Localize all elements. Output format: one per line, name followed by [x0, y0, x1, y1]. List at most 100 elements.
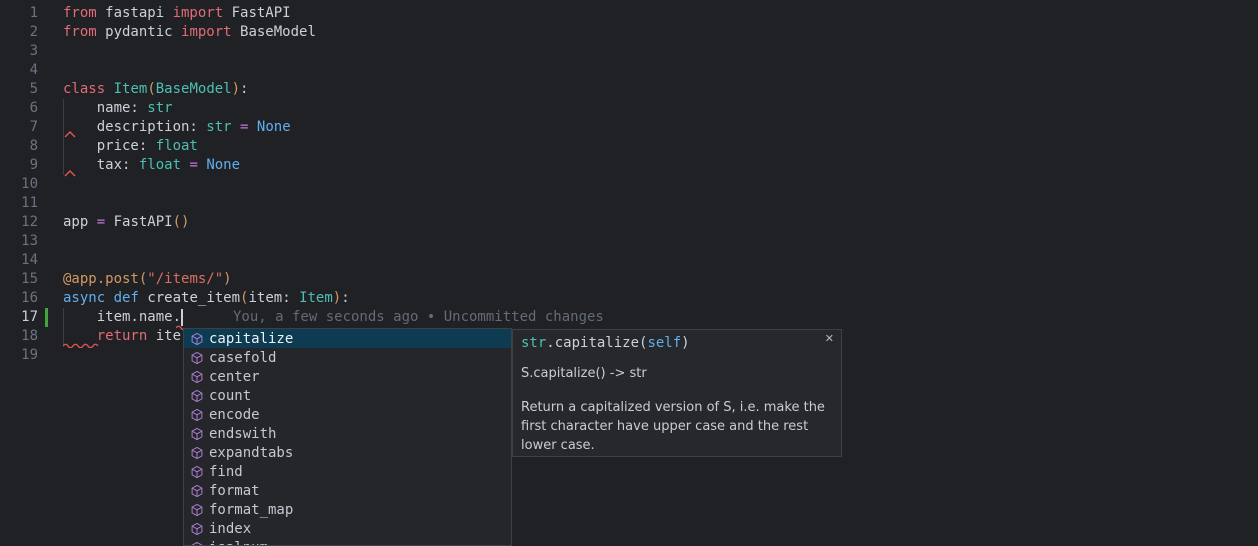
- code-token: (): [173, 214, 190, 230]
- code-token: @app.post: [63, 271, 139, 287]
- code-token: item:: [248, 290, 299, 306]
- line-number: 7: [0, 118, 38, 137]
- suggestion-item[interactable]: encode: [184, 405, 511, 424]
- close-icon[interactable]: ✕: [825, 332, 834, 345]
- error-squiggle: [63, 342, 99, 348]
- code-token: BaseModel: [156, 81, 232, 97]
- code-line: tax: float = None: [63, 156, 350, 175]
- suggestion-label: expandtabs: [209, 445, 293, 461]
- suggestion-label: isalnum: [209, 540, 268, 546]
- code-line: [63, 232, 350, 251]
- line-number: 16: [0, 289, 38, 308]
- suggestion-item[interactable]: endswith: [184, 424, 511, 443]
- suggestion-label: encode: [209, 407, 260, 423]
- code-token: class: [63, 81, 105, 97]
- code-line: async def create_item(item: Item):: [63, 289, 350, 308]
- code-token: =: [97, 214, 105, 230]
- line-number: 4: [0, 61, 38, 80]
- code-token: [232, 119, 240, 135]
- suggestion-item[interactable]: center: [184, 367, 511, 386]
- line-number: 5: [0, 80, 38, 99]
- code-token: def: [114, 290, 139, 306]
- code-line: name: str: [63, 99, 350, 118]
- code-token: None: [257, 119, 291, 135]
- code-token: float: [139, 157, 181, 173]
- suggestion-item[interactable]: expandtabs: [184, 443, 511, 462]
- code-token: fastapi: [97, 5, 173, 21]
- line-number: 9: [0, 156, 38, 175]
- line-number: 3: [0, 42, 38, 61]
- line-number: 19: [0, 346, 38, 365]
- suggest-widget: capitalizecasefold centercount encode endsw…: [183, 328, 512, 546]
- line-number: 11: [0, 194, 38, 213]
- line-number: 17: [0, 308, 38, 327]
- line-number: 12: [0, 213, 38, 232]
- code-token: import: [181, 24, 232, 40]
- doc-summary: S.capitalize() -> str: [521, 366, 837, 381]
- code-line: class Item(BaseModel):: [63, 80, 350, 99]
- code-token: FastAPI: [223, 5, 290, 21]
- method-cube-icon: [190, 522, 204, 536]
- code-token: return: [97, 328, 148, 344]
- code-token: [105, 290, 113, 306]
- suggestion-item[interactable]: isalnum: [184, 538, 511, 546]
- suggest-docs-panel: str.capitalize(self) ✕ S.capitalize() ->…: [512, 329, 842, 457]
- code-token: str: [206, 119, 231, 135]
- code-line: description: str = None: [63, 118, 350, 137]
- code-token: ): [681, 335, 689, 351]
- line-number: 14: [0, 251, 38, 270]
- code-token: async: [63, 290, 105, 306]
- method-cube-icon: [190, 484, 204, 498]
- suggestion-item[interactable]: casefold: [184, 348, 511, 367]
- line-number: 10: [0, 175, 38, 194]
- suggestion-item[interactable]: find: [184, 462, 511, 481]
- code-token: pydantic: [97, 24, 181, 40]
- code-token: FastAPI: [105, 214, 172, 230]
- code-token: ): [333, 290, 341, 306]
- code-token: create_item: [139, 290, 240, 306]
- suggestion-item[interactable]: count: [184, 386, 511, 405]
- line-number: 2: [0, 23, 38, 42]
- code-token: import: [173, 5, 224, 21]
- suggestion-label: endswith: [209, 426, 276, 442]
- code-line: [63, 251, 350, 270]
- code-line: [63, 61, 350, 80]
- code-token: from: [63, 5, 97, 21]
- code-token: description:: [63, 119, 206, 135]
- suggestion-item[interactable]: format_map: [184, 500, 511, 519]
- code-token: :: [341, 290, 349, 306]
- code-token: ): [223, 271, 231, 287]
- code-token: "/items/": [147, 271, 223, 287]
- line-number: 1: [0, 4, 38, 23]
- code-line: [63, 175, 350, 194]
- code-token: Item: [299, 290, 333, 306]
- code-line: [63, 194, 350, 213]
- code-token: str: [147, 100, 172, 116]
- code-token: from: [63, 24, 97, 40]
- method-cube-icon: [190, 408, 204, 422]
- suggestion-item[interactable]: index: [184, 519, 511, 538]
- suggestion-label: center: [209, 369, 260, 385]
- suggestion-item[interactable]: capitalize: [184, 329, 511, 348]
- gutter: 12345678910111213141516171819: [0, 4, 38, 365]
- code-line: [63, 42, 350, 61]
- code-token: :: [240, 81, 248, 97]
- code-token: =: [189, 157, 197, 173]
- code-line: from fastapi import FastAPI: [63, 4, 350, 23]
- line-number: 8: [0, 137, 38, 156]
- suggestion-label: format: [209, 483, 260, 499]
- suggestion-item[interactable]: format: [184, 481, 511, 500]
- code-token: (: [147, 81, 155, 97]
- suggestion-label: capitalize: [209, 331, 293, 347]
- code-token: str: [521, 335, 546, 351]
- code-token: self: [647, 335, 681, 351]
- method-cube-icon: [190, 446, 204, 460]
- method-cube-icon: [190, 465, 204, 479]
- doc-signature: str.capitalize(self): [521, 335, 817, 352]
- code-line: from pydantic import BaseModel: [63, 23, 350, 42]
- code-token: None: [206, 157, 240, 173]
- error-squiggle: [64, 130, 76, 138]
- code-token: app: [63, 214, 97, 230]
- method-cube-icon: [190, 370, 204, 384]
- suggest-list: capitalizecasefold centercount encode endsw…: [184, 329, 511, 546]
